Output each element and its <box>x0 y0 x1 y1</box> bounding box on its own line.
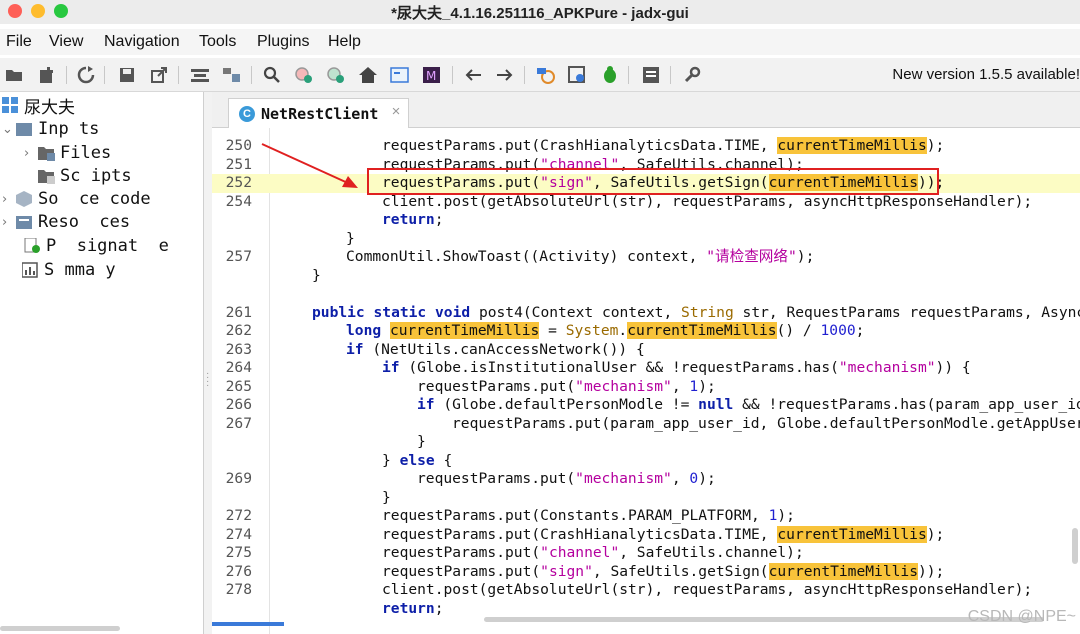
code-line: 274 requestParams.put(CrashHianalyticsDat… <box>225 526 945 543</box>
svg-text:M: M <box>426 69 436 83</box>
code-line: 264 if (Globe.isInstitutionalUser && !req… <box>225 359 971 376</box>
tree-source-code-label: So ce code <box>38 189 151 209</box>
code-line: 262 long currentTimeMillis = System.curre… <box>225 322 865 339</box>
menu-bar: File View Navigation Tools Plugins Help <box>0 29 1080 55</box>
editor-tab-bar: C NetRestClient × <box>212 92 1080 128</box>
chevron-right-icon[interactable]: › <box>2 192 16 207</box>
deobfuscation-icon[interactable] <box>536 65 556 85</box>
tree-resources[interactable]: › Reso ces <box>2 211 130 233</box>
code-line: } <box>382 489 391 506</box>
code-line: 275 requestParams.put("channel", SafeUtil… <box>225 544 804 561</box>
watermark: CSDN @NPE~ <box>967 608 1076 625</box>
grid-icon <box>2 97 20 113</box>
tree-inputs-label: Inp ts <box>38 119 100 139</box>
tree-summary[interactable]: S mma y <box>21 259 116 281</box>
folder-icon <box>38 168 56 184</box>
code-line: 261 public static void post4(Context cont… <box>225 304 1080 321</box>
log-viewer-icon[interactable] <box>568 65 588 85</box>
menu-tools[interactable]: Tools <box>199 33 236 51</box>
menu-file[interactable]: File <box>6 33 32 51</box>
back-arrow-icon[interactable] <box>463 65 483 85</box>
summary-icon <box>21 262 40 278</box>
find-usage-icon[interactable] <box>326 65 346 85</box>
editor-vertical-scrollbar[interactable] <box>1072 528 1078 564</box>
tree-scripts-label: Sc ipts <box>60 166 132 186</box>
window-title: *尿大夫_4.1.16.251116_APKPure - jadx-gui <box>391 5 689 22</box>
forward-arrow-icon[interactable] <box>495 65 515 85</box>
inputs-icon <box>16 121 34 137</box>
reload-icon[interactable] <box>76 65 96 85</box>
code-editor[interactable]: 250 requestParams.put(CrashHianalyticsDat… <box>212 128 1080 634</box>
home-icon[interactable] <box>358 65 378 85</box>
code-line: 269 requestParams.put("mechanism", 0); <box>225 470 716 487</box>
code-line: } <box>417 433 426 450</box>
menu-view[interactable]: View <box>49 33 83 51</box>
menu-help[interactable]: Help <box>328 33 361 51</box>
code-line: 266 if (Globe.defaultPersonModle != null … <box>225 396 1080 413</box>
menu-navigation[interactable]: Navigation <box>104 33 180 51</box>
search-icon[interactable] <box>262 65 282 85</box>
split-pane-divider[interactable] <box>204 92 212 634</box>
class-icon: C <box>239 105 255 122</box>
tree-scripts[interactable]: Sc ipts <box>38 165 132 187</box>
code-line: 272 requestParams.put(Constants.PARAM_PLA… <box>225 507 795 524</box>
package-icon <box>16 191 34 207</box>
code-line: 265 requestParams.put("mechanism", 1); <box>225 378 716 395</box>
code-line: 254 client.post(getAbsoluteUrl(str), requ… <box>225 193 1033 210</box>
splitter-grip-icon[interactable]: · · · · <box>206 369 209 391</box>
debugger-icon[interactable] <box>600 65 620 85</box>
folder-icon <box>38 145 56 161</box>
preferences-wrench-icon[interactable] <box>682 65 702 85</box>
code-line: } <box>312 267 321 284</box>
close-tab-icon[interactable]: × <box>392 103 401 120</box>
code-line: 276 requestParams.put("sign", SafeUtils.g… <box>225 563 945 580</box>
code-line: 257 CommonUtil.ShowToast((Activity) conte… <box>225 248 815 265</box>
resources-icon <box>16 214 34 230</box>
chevron-right-icon[interactable]: › <box>2 215 16 230</box>
search-class-icon[interactable] <box>294 65 314 85</box>
code-line: 263 if (NetUtils.canAccessNetwork()) { <box>225 341 645 358</box>
export-icon[interactable] <box>149 65 169 85</box>
code-line: 278 client.post(getAbsoluteUrl(str), requ… <box>225 581 1033 598</box>
tree-source-code[interactable]: › So ce code <box>2 188 151 210</box>
tree-files-label: Files <box>60 143 112 163</box>
tree-root[interactable]: 尿大夫 <box>2 94 75 118</box>
tree-signature[interactable]: P signat e <box>24 235 169 257</box>
tree-root-label: 尿大夫 <box>24 97 75 118</box>
annotation-arrow-icon <box>261 143 358 188</box>
add-files-icon[interactable] <box>37 65 57 85</box>
toolbar: M New version 1.5.5 available! <box>0 58 1080 92</box>
tree-inputs[interactable]: ⌄ Inp ts <box>2 118 99 140</box>
chevron-right-icon[interactable]: › <box>24 146 38 161</box>
log-icon[interactable] <box>641 65 661 85</box>
open-file-icon[interactable] <box>5 65 25 85</box>
tree-horizontal-scrollbar[interactable] <box>0 626 120 631</box>
code-window-icon[interactable] <box>390 65 410 85</box>
project-tree: 尿大夫 ⌄ Inp ts › Files Sc ipts › So ce cod… <box>0 92 204 634</box>
title-bar: *尿大夫_4.1.16.251116_APKPure - jadx-gui <box>0 0 1080 24</box>
flatten-packages-icon[interactable] <box>222 65 242 85</box>
code-line: } <box>346 230 355 247</box>
tree-files[interactable]: › Files <box>24 142 111 164</box>
tab-netrestclient[interactable]: C NetRestClient × <box>228 98 410 128</box>
tab-label: NetRestClient <box>261 104 379 123</box>
tree-summary-label: S mma y <box>44 260 116 280</box>
editor-horizontal-scrollbar[interactable] <box>484 617 1044 622</box>
tree-signature-label: P signat e <box>46 236 169 256</box>
chevron-down-icon[interactable]: ⌄ <box>2 122 16 137</box>
tree-resources-label: Reso ces <box>38 212 131 232</box>
annotation-highlight-box <box>367 168 939 195</box>
code-line: 267 requestParams.put(param_app_user_id, … <box>225 415 1080 432</box>
code-line: return; <box>382 600 444 617</box>
status-indicator <box>212 622 284 626</box>
certificate-icon <box>24 237 42 254</box>
save-icon[interactable] <box>117 65 137 85</box>
smali-icon[interactable]: M <box>422 65 442 85</box>
menu-plugins[interactable]: Plugins <box>257 33 309 51</box>
update-notice[interactable]: New version 1.5.5 available! <box>892 66 1080 83</box>
code-line: return; <box>382 211 444 228</box>
sync-tree-icon[interactable] <box>190 65 210 85</box>
code-line: } else { <box>382 452 453 469</box>
